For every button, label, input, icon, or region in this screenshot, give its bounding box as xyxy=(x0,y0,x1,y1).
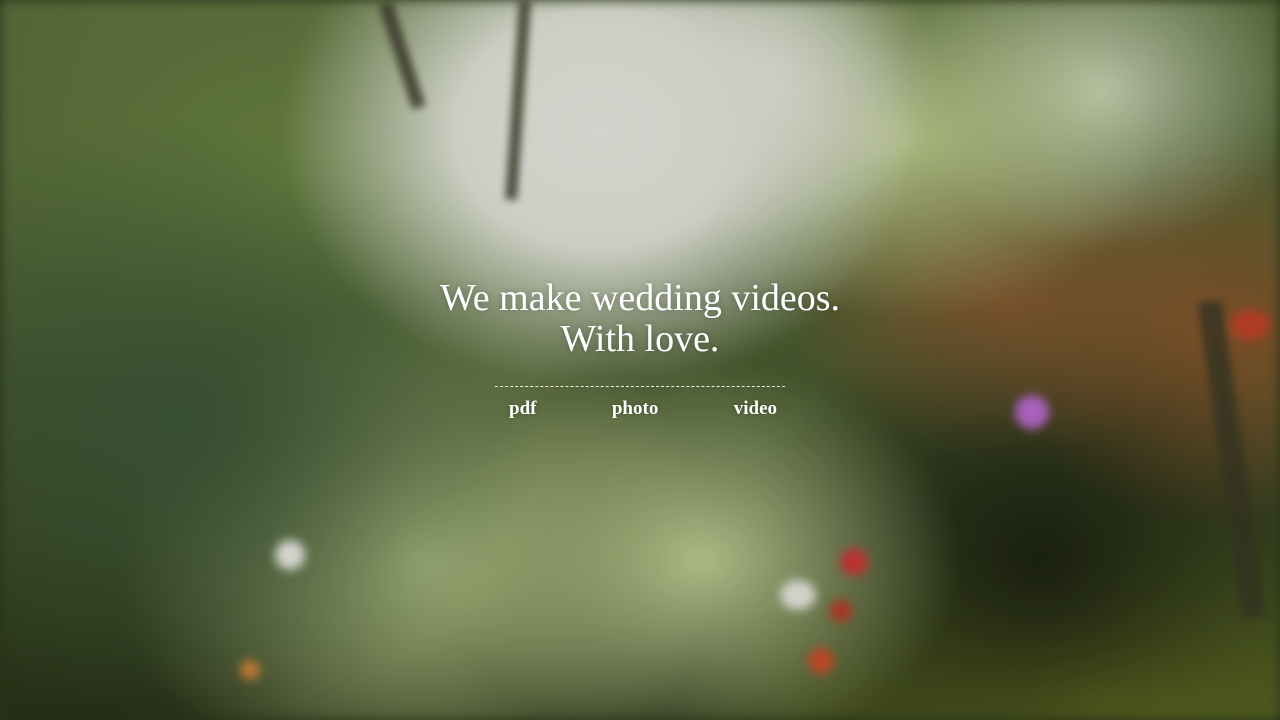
main-nav: pdf photo video xyxy=(495,397,785,421)
nav-link-photo[interactable]: photo xyxy=(612,397,658,421)
headline-line-2: With love. xyxy=(560,318,720,360)
nav-link-video[interactable]: video xyxy=(734,397,777,421)
nav-link-pdf[interactable]: pdf xyxy=(509,397,536,421)
hero-headline: We make wedding videos. With love. xyxy=(0,278,1280,360)
headline-line-1: We make wedding videos. xyxy=(439,277,841,319)
hero-section: We make wedding videos. With love. pdf p… xyxy=(0,278,1280,421)
dotted-divider xyxy=(495,386,785,387)
